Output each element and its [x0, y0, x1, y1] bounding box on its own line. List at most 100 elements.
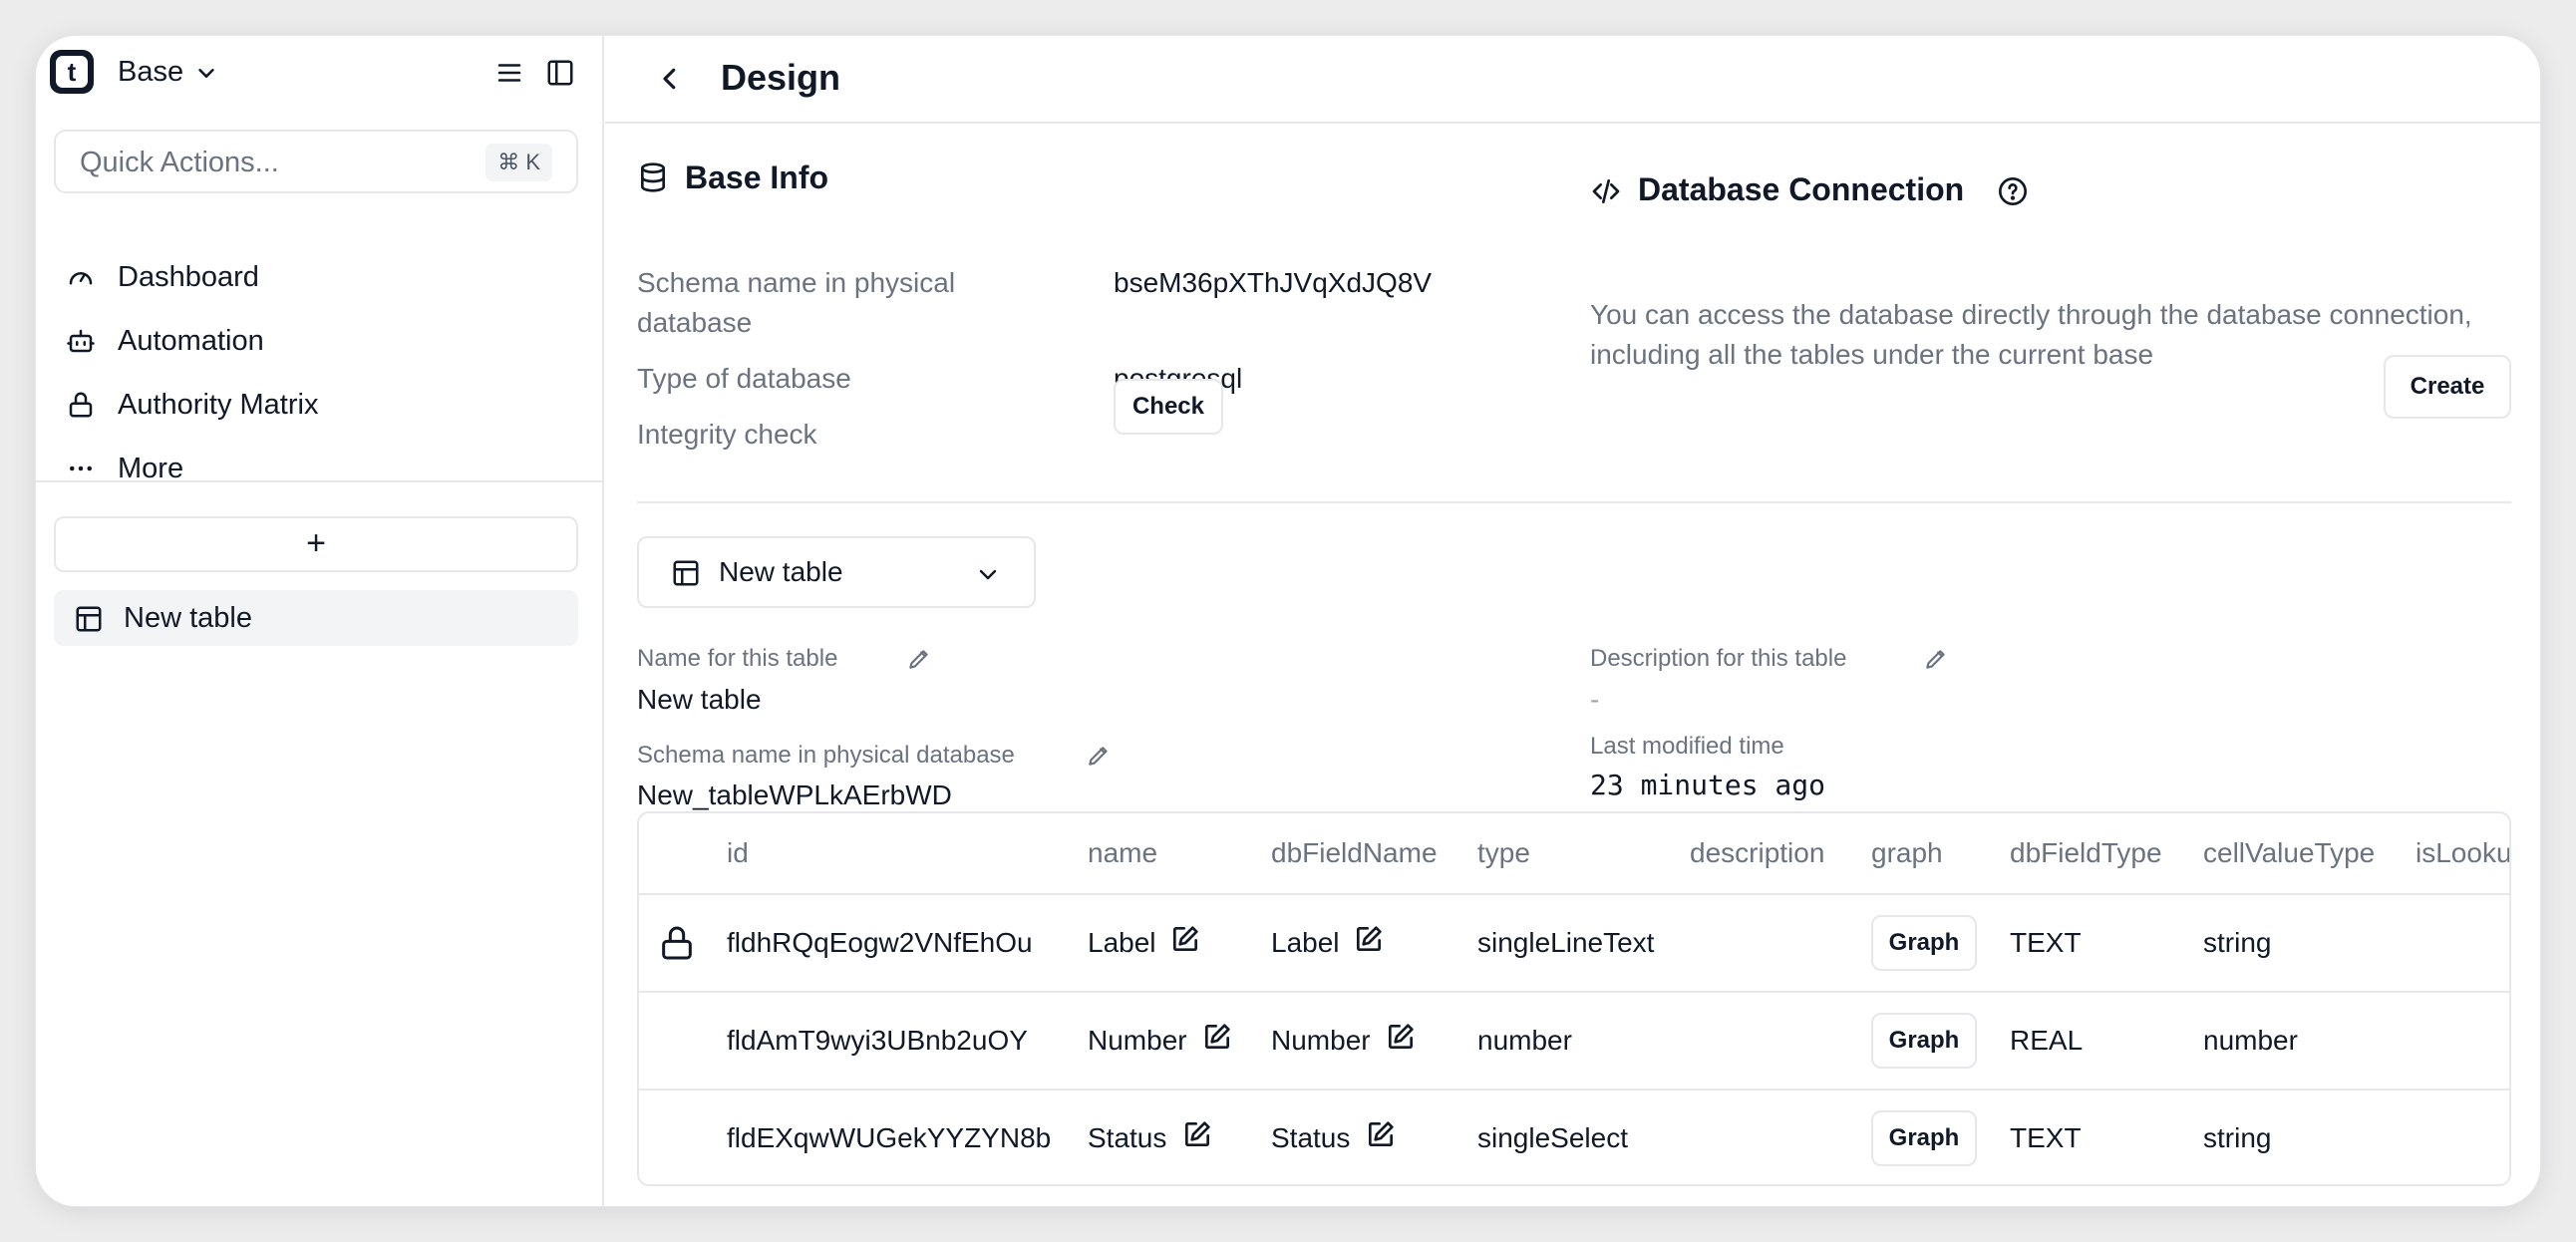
graph-button[interactable]: Graph — [1871, 915, 1977, 971]
edit-icon[interactable] — [1201, 1021, 1233, 1053]
cell-id: fldhRQqEogw2VNfEhOu — [727, 927, 1033, 958]
column-header-islookup: isLookup — [2415, 837, 2511, 868]
cell-dbfieldname: Label — [1271, 927, 1340, 958]
fields-table: id name dbFieldName type description gra… — [637, 811, 2511, 1186]
db-connection-description: You can access the database directly thr… — [1590, 299, 2472, 370]
sidebar-item-new-table[interactable]: New table — [54, 590, 578, 646]
table-icon — [671, 558, 701, 588]
create-button[interactable]: Create — [2384, 355, 2511, 419]
column-header-type: type — [1477, 837, 1530, 868]
table-row: fldhRQqEogw2VNfEhOu Label Label singleLi… — [639, 893, 2509, 991]
cell-cellvaluetype: number — [2203, 1025, 2298, 1056]
sidebar-divider — [36, 480, 604, 482]
logo-letter: t — [67, 57, 77, 87]
shortcut-badge: ⌘ K — [485, 144, 552, 181]
cell-cellvaluetype: string — [2203, 927, 2272, 958]
cell-dbfieldtype: REAL — [2010, 1025, 2084, 1056]
cell-name: Status — [1088, 1122, 1167, 1153]
edit-icon[interactable] — [1181, 1118, 1213, 1150]
edit-icon[interactable] — [1353, 923, 1385, 955]
table-row: fldEXqwWUGekYYZYN8b Status Status single… — [639, 1088, 2509, 1184]
database-icon — [637, 161, 669, 193]
sidebar-toggle-icon[interactable] — [545, 58, 575, 88]
column-header-dbfieldtype: dbFieldType — [2010, 837, 2162, 868]
nav-item-automation[interactable]: Automation — [66, 319, 564, 363]
cell-dbfieldtype: TEXT — [2010, 927, 2082, 958]
page-title: Design — [721, 57, 841, 98]
column-header-id: id — [727, 837, 749, 868]
base-info-title: Base Info — [685, 159, 829, 195]
cell-type: singleSelect — [1477, 1122, 1628, 1153]
table-schema-label: Schema name in physical database — [637, 742, 1015, 769]
table-select[interactable]: New table — [637, 536, 1036, 608]
chevron-down-icon[interactable] — [195, 62, 217, 84]
edit-icon[interactable] — [1169, 923, 1201, 955]
schema-name-label: Schema name in physical database — [637, 267, 956, 338]
cell-dbfieldtype: TEXT — [2010, 1122, 2082, 1153]
table-name-value: New table — [637, 684, 762, 715]
more-icon — [66, 454, 96, 483]
cell-dbfieldname: Status — [1271, 1122, 1351, 1153]
nav-label: Dashboard — [118, 261, 259, 293]
nav-label: Automation — [118, 325, 264, 357]
pencil-icon[interactable] — [1923, 646, 1949, 672]
add-table-button[interactable]: + — [54, 516, 578, 572]
robot-icon — [66, 326, 96, 356]
schema-name-value: bseM36pXThJVqXdJQ8V — [1114, 267, 1433, 298]
pencil-icon[interactable] — [1086, 743, 1112, 769]
edit-icon[interactable] — [1365, 1118, 1397, 1150]
graph-button[interactable]: Graph — [1871, 1110, 1977, 1166]
lock-icon — [657, 923, 697, 963]
column-header-name: name — [1088, 837, 1158, 868]
quick-actions-input[interactable]: Quick Actions... ⌘ K — [54, 130, 578, 193]
nav-item-more[interactable]: More — [66, 447, 564, 490]
db-type-label: Type of database — [637, 363, 851, 394]
nav-item-authority-matrix[interactable]: Authority Matrix — [66, 383, 564, 427]
cell-type: number — [1477, 1025, 1572, 1056]
table-row: fldAmT9wyi3UBnb2uOY Number Number number… — [639, 991, 2509, 1088]
main-content: Design Base Info Schema name in physical… — [605, 36, 2540, 1206]
cell-id: fldAmT9wyi3UBnb2uOY — [727, 1025, 1028, 1056]
edit-icon[interactable] — [1385, 1021, 1417, 1053]
last-modified-label: Last modified time — [1590, 733, 1784, 760]
help-icon[interactable] — [1997, 175, 2029, 207]
integrity-check-label: Integrity check — [637, 419, 817, 450]
table-schema-value: New_tableWPLkAErbWD — [637, 779, 952, 810]
sidebar-item-label: New table — [124, 602, 252, 634]
page-header: Design — [605, 36, 2540, 124]
column-header-cellvaluetype: cellValueType — [2203, 837, 2376, 868]
base-name[interactable]: Base — [118, 54, 183, 90]
table-icon — [74, 604, 104, 634]
cell-type: singleLineText — [1477, 927, 1655, 958]
quick-actions-placeholder: Quick Actions... — [80, 147, 279, 178]
code-icon — [1590, 175, 1622, 207]
app-logo[interactable]: t — [50, 50, 94, 94]
column-header-description: description — [1690, 837, 1825, 868]
last-modified-value: 23 minutes ago — [1590, 769, 1826, 801]
db-connection-title: Database Connection — [1638, 171, 1965, 207]
cell-cellvaluetype: string — [2203, 1122, 2272, 1153]
nav-label: Authority Matrix — [118, 389, 319, 421]
column-header-graph: graph — [1871, 837, 1943, 868]
cell-id: fldEXqwWUGekYYZYN8b — [727, 1122, 1052, 1153]
cell-name: Number — [1088, 1025, 1187, 1056]
cell-dbfieldname: Number — [1271, 1025, 1371, 1056]
back-icon[interactable] — [655, 64, 685, 94]
table-description-label: Description for this table — [1590, 645, 1847, 672]
chevron-down-icon — [976, 562, 1000, 586]
nav-item-dashboard[interactable]: Dashboard — [66, 255, 564, 299]
section-divider — [637, 501, 2511, 503]
sidebar: t Base Quick Actions... ⌘ K Dashboard Au… — [36, 36, 604, 1206]
lock-icon — [66, 390, 96, 420]
cell-name: Label — [1088, 927, 1156, 958]
table-select-value: New table — [719, 556, 843, 587]
table-description-value: - — [1590, 684, 1600, 715]
pencil-icon[interactable] — [906, 646, 932, 672]
column-header-dbfieldname: dbFieldName — [1271, 837, 1438, 868]
table-name-label: Name for this table — [637, 645, 838, 672]
app-window: t Base Quick Actions... ⌘ K Dashboard Au… — [36, 36, 2540, 1206]
check-button[interactable]: Check — [1114, 379, 1223, 435]
graph-button[interactable]: Graph — [1871, 1013, 1977, 1069]
gauge-icon — [66, 262, 96, 292]
menu-icon[interactable] — [494, 58, 524, 88]
